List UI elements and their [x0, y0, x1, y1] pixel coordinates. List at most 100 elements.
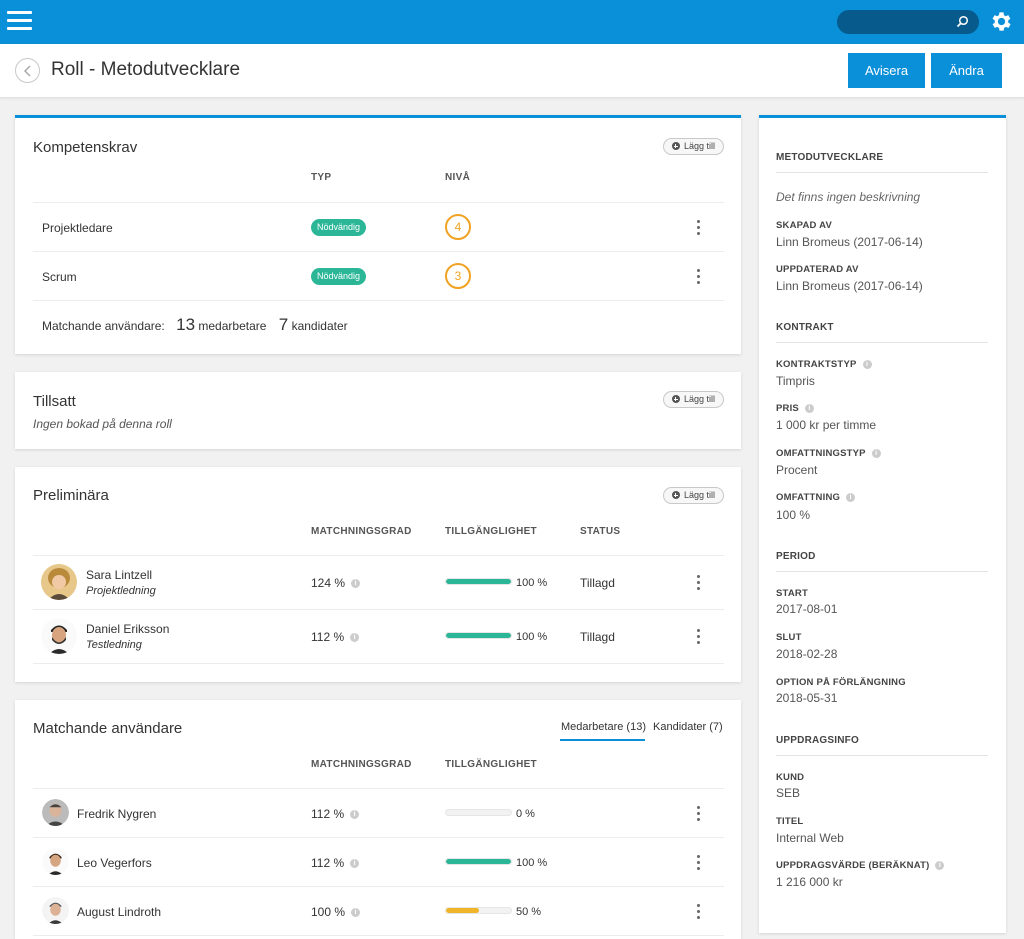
start-label: START — [776, 588, 808, 599]
assignment-value-label: UPPDRAGSVÄRDE (BERÄKNAT) i — [776, 860, 945, 871]
person-role: Projektledning — [86, 585, 156, 597]
role-description: Det finns ingen beskrivning — [776, 190, 921, 204]
match-summary: Matchande användare: 13 medarbetare 7 ka… — [42, 315, 348, 335]
level-badge: 4 — [445, 214, 471, 240]
created-label: SKAPAD AV — [776, 220, 832, 231]
contract-heading: KONTRAKT — [776, 322, 834, 333]
availability-fill — [446, 859, 511, 864]
divider — [33, 935, 724, 936]
plus-icon — [671, 491, 680, 499]
row-menu-icon[interactable] — [692, 220, 704, 236]
scope-value: 100 % — [776, 508, 811, 522]
avatar — [41, 564, 77, 600]
person-name[interactable]: Fredrik Nygren — [77, 807, 156, 821]
divider — [33, 663, 724, 664]
customer-label: KUND — [776, 772, 805, 783]
column-header-match: MATCHNINGSGRAD — [311, 526, 412, 537]
matching-users-title: Matchande användare — [33, 720, 183, 737]
preliminara-card: Preliminära Lägg till MATCHNINGSGRAD TIL… — [15, 467, 741, 682]
end-label: SLUT — [776, 632, 802, 643]
option-value: 2018-05-31 — [776, 691, 838, 705]
row-menu-icon[interactable] — [692, 269, 704, 285]
avisera-button[interactable]: Avisera — [848, 53, 925, 88]
match-value: 112 % i — [311, 856, 360, 870]
tillsatt-card: Tillsatt Lägg till Ingen bokad på denna … — [15, 372, 741, 449]
role-details-panel: METODUTVECKLARE Det finns ingen beskrivn… — [759, 115, 1006, 933]
scope-type-label: OMFATTNINGSTYP i — [776, 448, 881, 459]
match-value: 112 % i — [311, 630, 360, 644]
top-bar — [0, 0, 1024, 44]
tab-employees[interactable]: Medarbetare (13) — [561, 721, 646, 733]
info-icon[interactable]: i — [846, 492, 856, 502]
row-menu-icon[interactable] — [692, 904, 704, 920]
employees-count[interactable]: 13 — [176, 315, 195, 334]
add-preliminary-button[interactable]: Lägg till — [662, 487, 724, 504]
avatar — [42, 897, 69, 924]
preliminara-title: Preliminära — [33, 487, 109, 504]
info-icon[interactable]: i — [804, 403, 814, 413]
availability-bar — [445, 907, 512, 914]
back-button[interactable] — [15, 58, 40, 83]
info-icon[interactable]: i — [351, 579, 361, 589]
search-icon[interactable] — [956, 15, 969, 28]
availability-fill — [446, 633, 511, 638]
availability-bar — [445, 632, 512, 639]
search-box[interactable] — [837, 10, 979, 34]
scope-label: OMFATTNING i — [776, 492, 856, 503]
avatar — [41, 618, 77, 654]
info-icon[interactable]: i — [350, 633, 360, 643]
assignment-value: 1 216 000 kr — [776, 875, 843, 889]
availability-fill — [446, 908, 479, 913]
add-booking-button[interactable]: Lägg till — [662, 391, 724, 408]
candidates-count[interactable]: 7 — [279, 315, 288, 334]
row-menu-icon[interactable] — [692, 855, 704, 871]
divider — [33, 886, 724, 887]
divider — [33, 555, 724, 556]
info-icon[interactable]: i — [871, 448, 881, 458]
assignment-heading: UPPDRAGSINFO — [776, 735, 859, 746]
customer-value: SEB — [776, 786, 801, 800]
divider — [33, 837, 724, 838]
info-icon[interactable]: i — [350, 810, 360, 820]
person-name[interactable]: Sara Lintzell — [86, 568, 152, 582]
period-heading: PERIOD — [776, 551, 816, 562]
column-header-availability: TILLGÄNGLIGHET — [445, 759, 537, 770]
add-competence-button[interactable]: Lägg till — [662, 138, 724, 155]
row-menu-icon[interactable] — [692, 629, 704, 645]
info-icon[interactable]: i — [350, 859, 360, 869]
row-menu-icon[interactable] — [692, 806, 704, 822]
divider — [33, 251, 724, 252]
info-icon[interactable]: i — [862, 359, 872, 369]
match-value: 100 % i — [311, 905, 361, 919]
add-label: Lägg till — [683, 490, 715, 500]
matching-users-card: Matchande användare Medarbetare (13) Kan… — [15, 700, 741, 939]
tillsatt-title: Tillsatt — [33, 393, 76, 410]
info-icon[interactable]: i — [351, 908, 361, 918]
tab-candidates[interactable]: Kandidater (7) — [653, 721, 723, 733]
person-name[interactable]: August Lindroth — [77, 905, 161, 919]
andra-button[interactable]: Ändra — [931, 53, 1002, 88]
divider — [776, 755, 988, 756]
column-header-typ: TYP — [311, 172, 332, 183]
competence-name: Scrum — [42, 270, 77, 284]
status-text: Tillagd — [580, 576, 615, 590]
page-header: Roll - Metodutvecklare Avisera Ändra — [0, 44, 1024, 98]
price-label: PRIS i — [776, 403, 814, 414]
menu-icon[interactable] — [7, 11, 32, 31]
option-label: OPTION PÅ FÖRLÄNGNING — [776, 677, 906, 688]
kompetenskrav-card: Kompetenskrav Lägg till TYP NIVÅ Projekt… — [15, 115, 741, 354]
availability-bar — [445, 809, 512, 816]
level-badge: 3 — [445, 263, 471, 289]
availability-label: 100 % — [516, 577, 548, 589]
candidates-label: kandidater — [291, 319, 348, 333]
column-header-availability: TILLGÄNGLIGHET — [445, 526, 537, 537]
person-name[interactable]: Daniel Eriksson — [86, 622, 169, 636]
person-name[interactable]: Leo Vegerfors — [77, 856, 152, 870]
info-icon[interactable]: i — [935, 860, 945, 870]
row-menu-icon[interactable] — [692, 575, 704, 591]
competence-name: Projektledare — [42, 221, 113, 235]
title-label: TITEL — [776, 816, 804, 827]
avatar — [42, 848, 69, 875]
search-input[interactable] — [847, 13, 957, 31]
gear-icon[interactable] — [989, 9, 1014, 34]
